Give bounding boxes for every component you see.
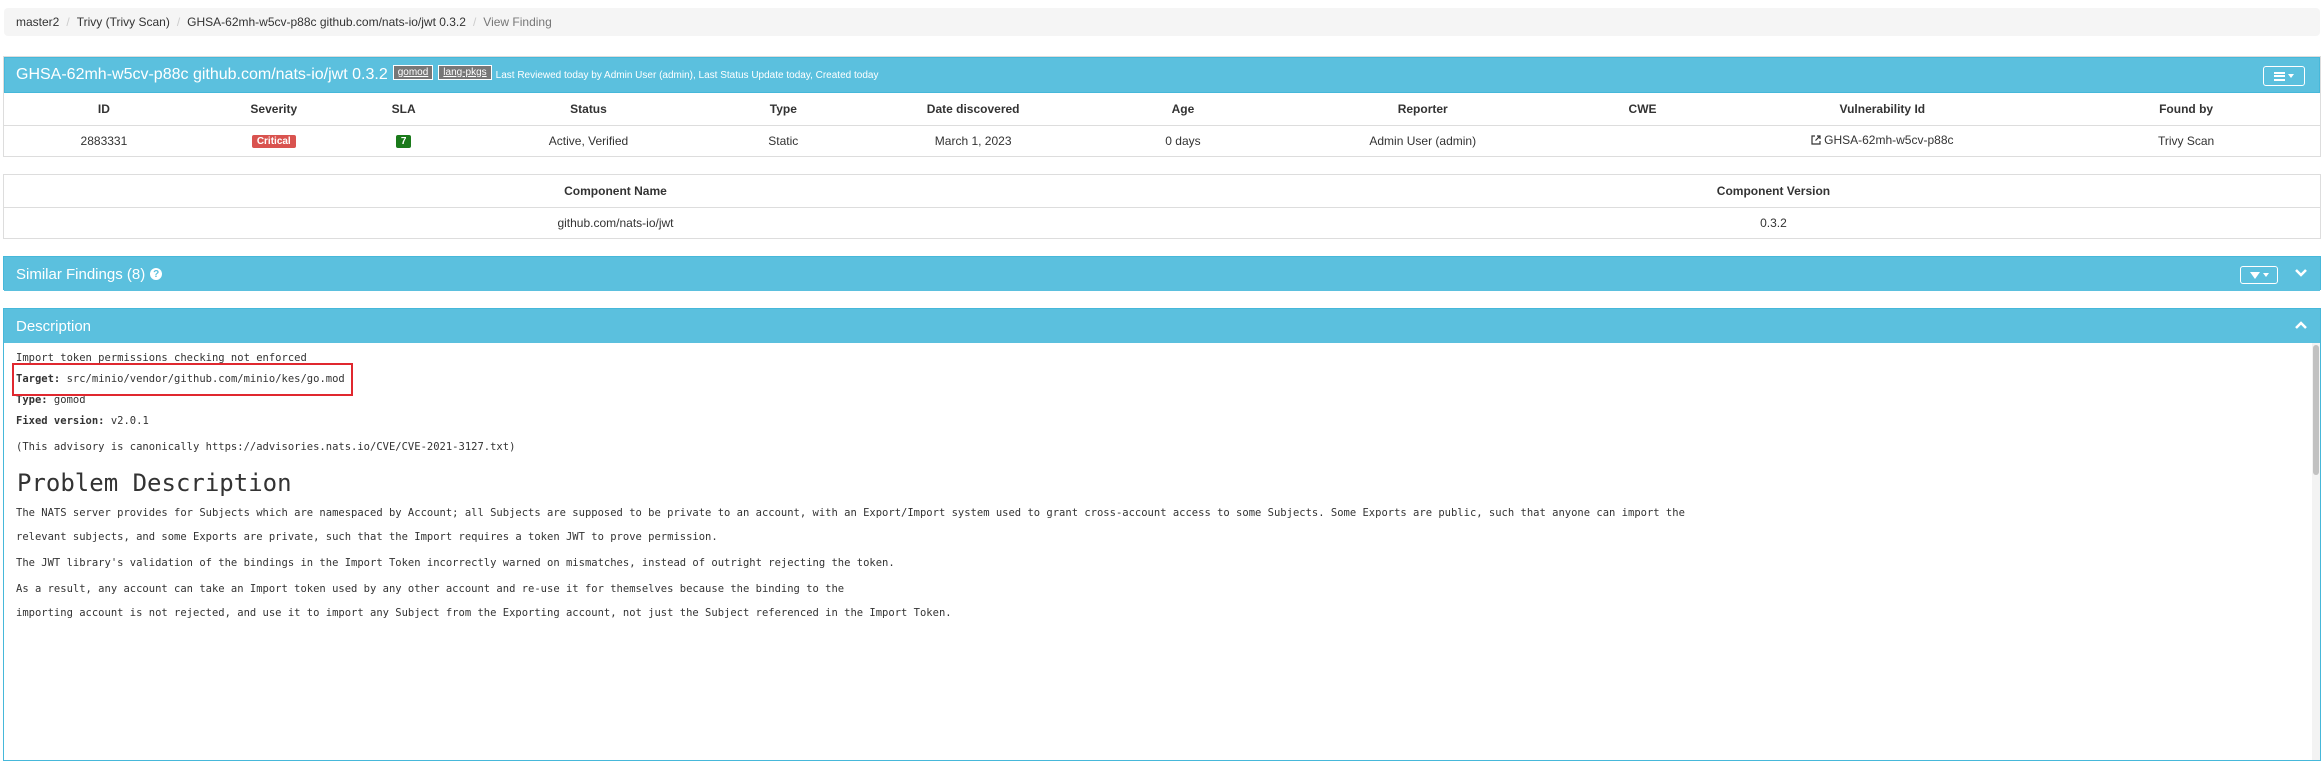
finding-title: GHSA-62mh-w5cv-p88c github.com/nats-io/j… <box>16 66 388 83</box>
col-header-age: Age <box>1093 93 1273 126</box>
cell-id: 2883331 <box>80 133 128 148</box>
problem-description-heading: Problem Description <box>17 469 292 497</box>
fixed-version-label: Fixed version: <box>16 415 105 427</box>
description-paragraph: The NATS server provides for Subjects wh… <box>16 507 1685 519</box>
finding-actions-menu-button[interactable] <box>2263 66 2305 86</box>
description-panel: Description Import token permissions che… <box>3 308 2321 761</box>
col-header-found-by: Found by <box>2052 93 2320 126</box>
cell-component-version: 0.3.2 <box>1760 215 1787 230</box>
vulnerability-id-link[interactable]: GHSA-62mh-w5cv-p88c <box>1824 133 1953 147</box>
cell-vulnerability-id[interactable]: GHSA-62mh-w5cv-p88c <box>1712 125 2052 156</box>
description-body: Import token permissions checking not en… <box>4 343 2320 760</box>
cell-type: Static <box>768 133 799 148</box>
breadcrumb-item-product[interactable]: master2 <box>16 15 59 29</box>
breadcrumb-item-finding[interactable]: GHSA-62mh-w5cv-p88c github.com/nats-io/j… <box>187 15 466 29</box>
table-header-row: Component Name Component Version <box>4 175 2320 208</box>
description-title: Description <box>16 317 92 335</box>
breadcrumb-item-test[interactable]: Trivy (Trivy Scan) <box>77 15 170 29</box>
description-paragraph: relevant subjects, and some Exports are … <box>16 531 718 543</box>
breadcrumb: master2 / Trivy (Trivy Scan) / GHSA-62mh… <box>4 8 2320 36</box>
col-header-vulnerability-id: Vulnerability Id <box>1712 93 2053 126</box>
component-panel: Component Name Component Version github.… <box>3 174 2321 239</box>
col-header-cwe: CWE <box>1572 93 1713 126</box>
cell-date-discovered: March 1, 2023 <box>934 133 1012 148</box>
description-paragraph: As a result, any account can take an Imp… <box>16 583 845 595</box>
tag-lang-pkgs[interactable]: lang-pkgs <box>438 64 492 80</box>
col-header-component-version: Component Version <box>1226 175 2320 208</box>
col-header-component-name: Component Name <box>4 175 1227 208</box>
similar-findings-header[interactable]: Similar Findings (8) ? <box>4 257 2320 291</box>
finding-details-table: ID Severity SLA Status Type Date discove… <box>4 93 2320 156</box>
filter-button[interactable] <box>2240 266 2278 284</box>
chevron-up-icon[interactable] <box>2294 318 2308 333</box>
col-header-severity: Severity <box>203 93 344 126</box>
cell-severity: Critical <box>204 125 344 156</box>
filter-icon <box>2249 271 2260 279</box>
menu-icon <box>2274 71 2285 81</box>
similar-findings-panel: Similar Findings (8) ? <box>3 256 2321 291</box>
cell-age: 0 days <box>1165 133 1201 148</box>
col-header-date-discovered: Date discovered <box>853 93 1094 126</box>
col-header-status: Status <box>463 93 714 126</box>
external-link-icon <box>1811 134 1821 148</box>
scrollbar-thumb[interactable] <box>2313 345 2319 475</box>
sla-badge: 7 <box>395 135 412 149</box>
description-header[interactable]: Description <box>4 309 2320 343</box>
cell-cwe <box>1573 125 1713 156</box>
table-row: 2883331 Critical 7 Active, Verified Stat… <box>4 125 2320 156</box>
table-row: github.com/nats-io/jwt 0.3.2 <box>4 207 2320 238</box>
col-header-reporter: Reporter <box>1272 93 1573 126</box>
component-table: Component Name Component Version github.… <box>4 175 2320 238</box>
description-fixed-version: Fixed version: v2.0.1 <box>16 415 149 427</box>
chevron-down-icon[interactable] <box>2294 266 2308 281</box>
cell-reporter: Admin User (admin) <box>1369 133 1477 148</box>
finding-panel: GHSA-62mh-w5cv-p88c github.com/nats-io/j… <box>3 56 2321 157</box>
cell-found-by: Trivy Scan <box>2157 133 2215 148</box>
description-paragraph: importing account is not rejected, and u… <box>16 607 952 619</box>
cell-component-name: github.com/nats-io/jwt <box>557 215 674 230</box>
breadcrumb-separator: / <box>66 15 70 29</box>
cell-status: Active, Verified <box>548 133 629 148</box>
breadcrumb-separator: / <box>472 15 477 29</box>
description-advisory: (This advisory is canonically https://ad… <box>16 441 516 453</box>
finding-panel-header: GHSA-62mh-w5cv-p88c github.com/nats-io/j… <box>4 57 2320 93</box>
cell-sla: 7 <box>344 125 464 156</box>
caret-down-icon <box>2288 74 2294 78</box>
description-paragraph: The JWT library's validation of the bind… <box>16 557 895 569</box>
similar-findings-title: Similar Findings (8) <box>16 265 146 283</box>
table-header-row: ID Severity SLA Status Type Date discove… <box>4 93 2320 126</box>
severity-badge: Critical <box>251 135 296 149</box>
tag-gomod[interactable]: gomod <box>392 64 434 80</box>
fixed-version-value: v2.0.1 <box>104 415 149 427</box>
caret-down-icon <box>2262 273 2269 277</box>
target-highlight-box <box>12 363 353 396</box>
description-scrollbar[interactable] <box>2312 343 2320 760</box>
finding-meta: Last Reviewed today by Admin User (admin… <box>495 69 879 81</box>
breadcrumb-separator: / <box>176 15 181 29</box>
breadcrumb-item-current: View Finding <box>483 15 552 29</box>
col-header-id: ID <box>4 93 204 126</box>
col-header-type: Type <box>713 93 854 126</box>
help-icon[interactable]: ? <box>150 268 163 280</box>
col-header-sla: SLA <box>343 93 464 126</box>
